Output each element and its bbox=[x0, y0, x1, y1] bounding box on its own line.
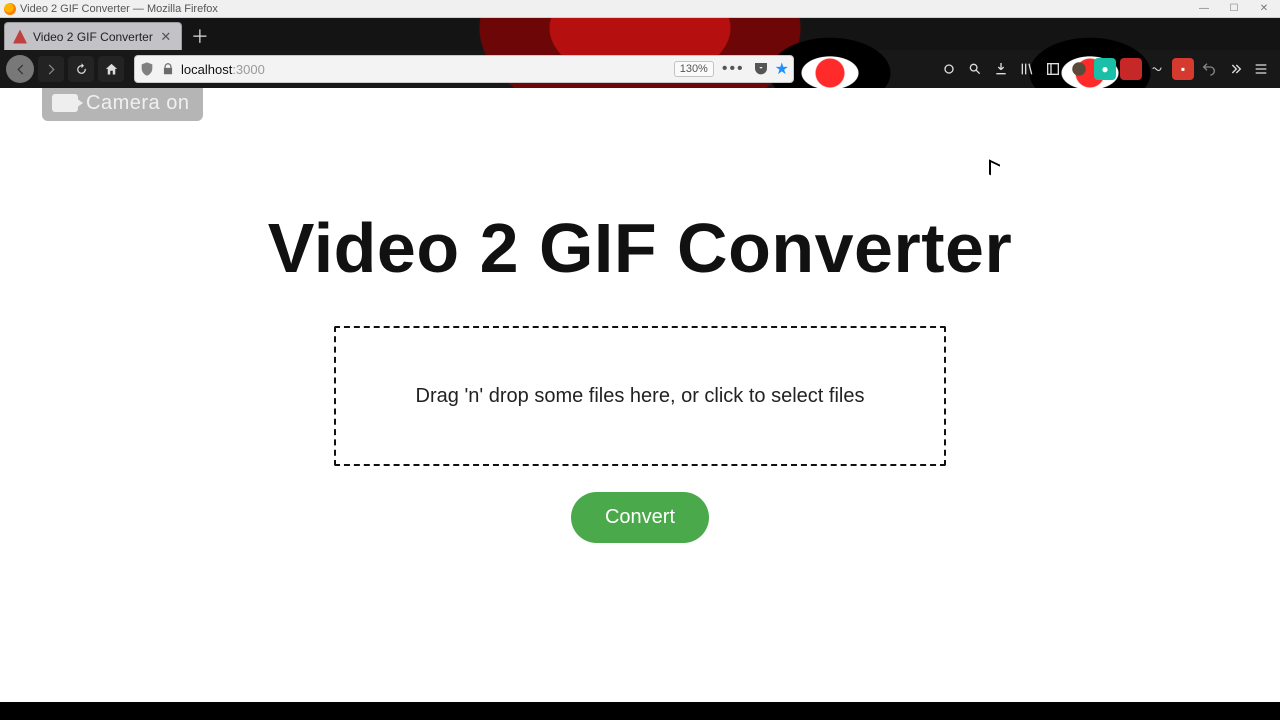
camera-on-overlay: Camera on bbox=[42, 88, 203, 121]
address-bar[interactable]: localhost:3000 130% ••• ★ bbox=[134, 55, 794, 83]
camera-on-label: Camera on bbox=[86, 92, 189, 115]
tab-favicon-icon bbox=[13, 30, 27, 44]
arrow-left-icon bbox=[13, 62, 28, 77]
window-close-button[interactable]: ✕ bbox=[1250, 1, 1278, 15]
url-host: localhost bbox=[181, 62, 232, 77]
window-controls: — ☐ ✕ bbox=[1190, 1, 1278, 15]
app-menu-button[interactable] bbox=[1250, 58, 1272, 80]
site-info-icon[interactable] bbox=[161, 62, 175, 76]
sidebar-button[interactable] bbox=[1042, 58, 1064, 80]
downloads-button[interactable] bbox=[990, 58, 1012, 80]
app-root: Video 2 GIF Converter Drag 'n' drop some… bbox=[0, 88, 1280, 702]
ext-avatar-icon[interactable] bbox=[1068, 58, 1090, 80]
reload-button[interactable] bbox=[68, 56, 94, 82]
page-heading: Video 2 GIF Converter bbox=[268, 208, 1012, 288]
back-button[interactable] bbox=[6, 55, 34, 83]
tab-title: Video 2 GIF Converter bbox=[33, 30, 153, 44]
reload-icon bbox=[74, 62, 89, 77]
ext-magnify-icon[interactable] bbox=[964, 58, 986, 80]
pocket-icon[interactable] bbox=[753, 61, 769, 77]
nav-toolbar: localhost:3000 130% ••• ★ ● ▪ bbox=[0, 50, 1280, 88]
page-actions-button[interactable]: ••• bbox=[720, 60, 747, 78]
home-button[interactable] bbox=[98, 56, 124, 82]
window-maximize-button[interactable]: ☐ bbox=[1220, 1, 1248, 15]
ext-infinity-icon[interactable] bbox=[1146, 58, 1168, 80]
ext-teal-icon[interactable]: ● bbox=[1094, 58, 1116, 80]
window-title: Video 2 GIF Converter — Mozilla Firefox bbox=[20, 3, 218, 15]
zoom-indicator[interactable]: 130% bbox=[674, 61, 714, 77]
ext-red2-icon[interactable]: ▪ bbox=[1172, 58, 1194, 80]
ext-record-icon[interactable] bbox=[938, 58, 960, 80]
tab-strip: Video 2 GIF Converter ✕ ＋ bbox=[0, 18, 1280, 50]
tracking-protection-icon[interactable] bbox=[139, 61, 155, 77]
overflow-menu-button[interactable] bbox=[1224, 58, 1246, 80]
forward-button[interactable] bbox=[38, 56, 64, 82]
url-port: :3000 bbox=[232, 62, 265, 77]
browser-tab[interactable]: Video 2 GIF Converter ✕ bbox=[4, 22, 182, 50]
firefox-logo-icon bbox=[4, 3, 16, 15]
toolbar-extensions: ● ▪ bbox=[938, 58, 1274, 80]
ext-undo-icon[interactable] bbox=[1198, 58, 1220, 80]
bottom-letterbox bbox=[0, 702, 1280, 720]
dropzone-text: Drag 'n' drop some files here, or click … bbox=[416, 385, 865, 408]
tab-close-button[interactable]: ✕ bbox=[159, 30, 173, 44]
bookmark-star-icon[interactable]: ★ bbox=[775, 59, 789, 79]
ext-red1-icon[interactable] bbox=[1120, 58, 1142, 80]
home-icon bbox=[104, 62, 119, 77]
window-minimize-button[interactable]: — bbox=[1190, 1, 1218, 15]
library-button[interactable] bbox=[1016, 58, 1038, 80]
arrow-right-icon bbox=[44, 62, 59, 77]
new-tab-button[interactable]: ＋ bbox=[188, 24, 212, 48]
page-viewport: Camera on Video 2 GIF Converter Drag 'n'… bbox=[0, 88, 1280, 702]
url-text: localhost:3000 bbox=[181, 62, 265, 77]
os-titlebar: Video 2 GIF Converter — Mozilla Firefox … bbox=[0, 0, 1280, 18]
convert-button[interactable]: Convert bbox=[571, 492, 709, 543]
file-dropzone[interactable]: Drag 'n' drop some files here, or click … bbox=[334, 326, 946, 466]
